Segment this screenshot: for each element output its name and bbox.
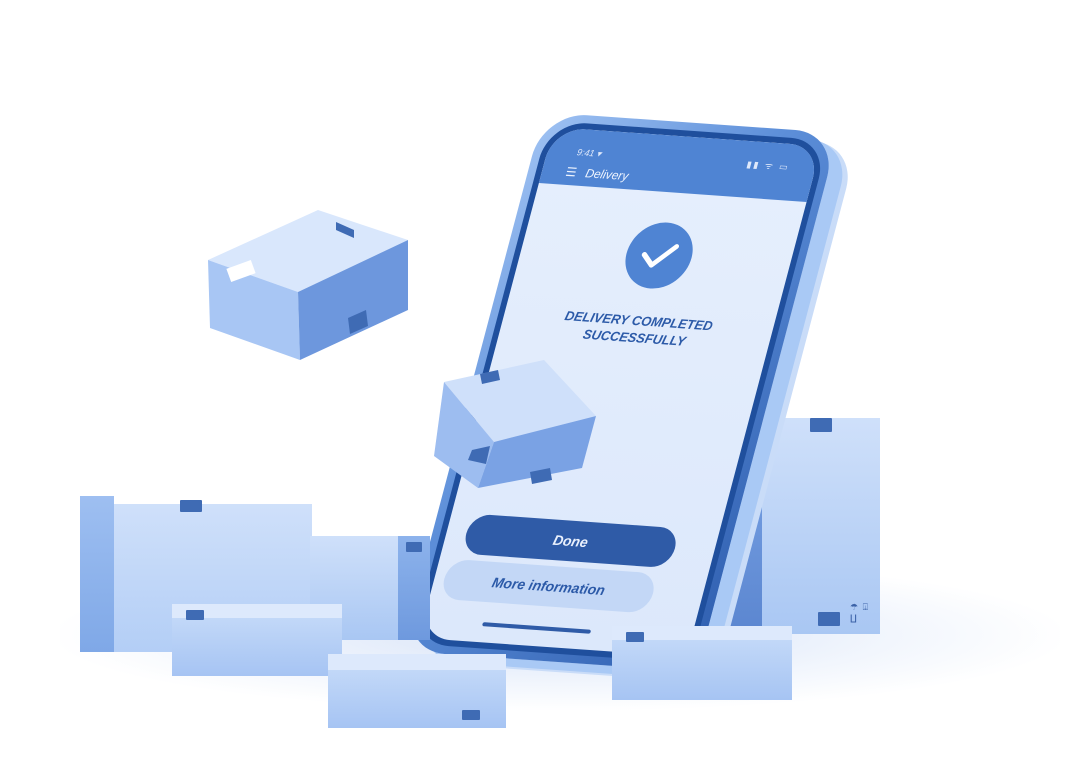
home-indicator bbox=[481, 622, 592, 634]
app-title: Delivery bbox=[583, 166, 631, 184]
box-bottom-left-flat bbox=[172, 604, 342, 676]
box-bottom-center-flat bbox=[328, 654, 506, 728]
status-icons: ▮▮ ᯤ ▭ bbox=[745, 159, 791, 173]
box-symbols: ☂ ⍗ ∐ bbox=[850, 602, 869, 623]
more-information-button[interactable]: More information bbox=[439, 558, 659, 614]
menu-icon[interactable]: ☰ bbox=[564, 165, 578, 180]
delivery-illustration: ☂ ⍗ ∐ 9:41 ▾ ▮▮ ᯤ ▭ ☰ Delivery DELIVERY … bbox=[0, 0, 1080, 761]
box-bottom-right-flat bbox=[612, 626, 792, 700]
box-floating-middle bbox=[434, 360, 600, 500]
box-floating-top bbox=[208, 200, 408, 368]
success-message: DELIVERY COMPLETED SUCCESSFULLY bbox=[518, 304, 755, 354]
check-circle-icon bbox=[617, 220, 701, 291]
status-time: 9:41 ▾ bbox=[575, 147, 603, 159]
done-button[interactable]: Done bbox=[461, 513, 681, 569]
